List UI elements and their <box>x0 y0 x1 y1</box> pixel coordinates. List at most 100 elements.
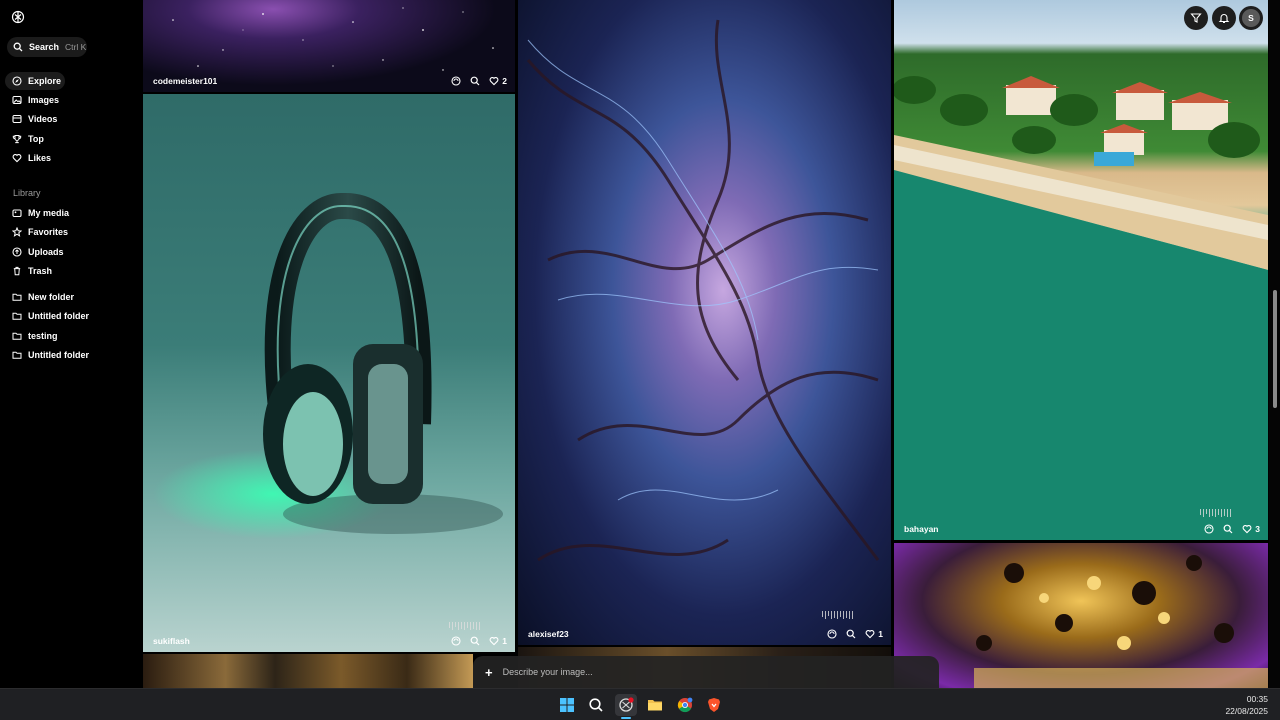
app-window: Search Ctrl K Explore Images Videos Top … <box>0 0 1280 720</box>
chatgpt-app-icon[interactable] <box>615 694 637 716</box>
tile-image <box>974 555 1268 688</box>
tile-meta: alexisef23 1 <box>518 623 891 645</box>
video-icon <box>12 114 22 124</box>
prompt-bar[interactable]: + Describe your image... <box>473 656 939 688</box>
library-my-media[interactable]: My media <box>5 204 137 222</box>
trash-icon <box>13 266 21 276</box>
like-count: 3 <box>1255 524 1260 534</box>
library-heading: Library <box>13 188 41 198</box>
progress-dots <box>1200 509 1231 517</box>
library-uploads-label: Uploads <box>28 247 64 257</box>
scrollbar-thumb[interactable] <box>1273 290 1277 408</box>
taskbar: 00:35 22/08/2025 <box>0 688 1280 720</box>
tile-meta: codemeister101 2 <box>143 70 515 92</box>
like-button[interactable]: 2 <box>489 76 507 86</box>
bell-icon <box>1218 14 1230 24</box>
tile-author[interactable]: alexisef23 <box>528 629 569 639</box>
library-uploads[interactable]: Uploads <box>5 243 137 261</box>
folder-label: Untitled folder <box>28 350 89 360</box>
add-attachment-button[interactable]: + <box>485 665 493 680</box>
library-favorites-label: Favorites <box>28 227 69 237</box>
upload-icon <box>12 247 22 257</box>
remix-icon[interactable] <box>451 76 461 86</box>
heart-icon <box>12 154 22 163</box>
folder-icon <box>12 293 22 301</box>
media-icon <box>12 209 22 218</box>
tile-author[interactable]: bahayan <box>904 524 939 534</box>
system-clock[interactable]: 00:35 22/08/2025 <box>1225 693 1268 717</box>
nav-videos-label: Videos <box>28 114 58 124</box>
nav-images[interactable]: Images <box>5 91 137 109</box>
tile-image <box>526 19 880 562</box>
library-trash[interactable]: Trash <box>5 262 137 280</box>
like-button[interactable]: 3 <box>1242 524 1260 534</box>
search-icon[interactable] <box>1223 524 1233 534</box>
prompt-input[interactable]: Describe your image... <box>503 667 593 677</box>
brave-browser-icon[interactable] <box>703 694 725 716</box>
nav-explore[interactable]: Explore <box>5 72 65 90</box>
like-count: 2 <box>502 76 507 86</box>
gallery-tile[interactable]: codemeister101 2 <box>143 0 515 92</box>
search-label: Search <box>29 42 60 52</box>
clock-date: 22/08/2025 <box>1225 706 1268 716</box>
file-explorer-icon[interactable] <box>644 694 666 716</box>
search-button[interactable]: Search Ctrl K <box>7 37 87 57</box>
chrome-icon[interactable] <box>674 694 696 716</box>
gallery-tile[interactable] <box>894 543 1268 688</box>
notifications-button[interactable] <box>1212 6 1236 30</box>
avatar: S <box>1242 9 1260 27</box>
image-icon <box>12 95 22 105</box>
nav-images-label: Images <box>28 95 60 105</box>
scrollbar[interactable] <box>1269 0 1280 688</box>
remix-icon[interactable] <box>451 636 461 646</box>
gallery-tile[interactable]: alexisef23 1 <box>518 0 891 645</box>
like-button[interactable]: 1 <box>489 636 507 646</box>
tile-image <box>894 76 1268 540</box>
trophy-icon <box>12 135 22 144</box>
remix-icon[interactable] <box>1204 524 1214 534</box>
filter-icon <box>1190 13 1202 23</box>
filter-button[interactable] <box>1184 6 1208 30</box>
heart-icon <box>489 77 499 86</box>
folder-new-folder[interactable]: New folder <box>5 288 137 306</box>
gallery-tile[interactable]: bahayan 3 <box>894 0 1268 540</box>
like-button[interactable]: 1 <box>865 629 883 639</box>
library-favorites[interactable]: Favorites <box>5 223 137 241</box>
heart-icon <box>489 637 499 646</box>
folder-untitled-1[interactable]: Untitled folder <box>5 307 137 325</box>
folder-label: Untitled folder <box>28 311 89 321</box>
heart-icon <box>1242 525 1252 534</box>
folder-testing[interactable]: testing <box>5 327 137 345</box>
nav-videos[interactable]: Videos <box>5 110 137 128</box>
nav-top[interactable]: Top <box>5 130 137 148</box>
search-shortcut: Ctrl K <box>65 42 87 52</box>
folder-untitled-2[interactable]: Untitled folder <box>5 346 137 364</box>
avatar-button[interactable]: S <box>1239 6 1263 30</box>
folder-icon <box>12 332 22 340</box>
like-count: 1 <box>502 636 507 646</box>
tile-image <box>153 193 503 539</box>
nav-explore-label: Explore <box>28 76 62 86</box>
tile-meta: bahayan 3 <box>894 518 1268 540</box>
remix-icon[interactable] <box>827 629 837 639</box>
search-icon[interactable] <box>470 636 480 646</box>
gallery-tile[interactable]: sukiflash 1 <box>143 94 515 652</box>
tile-author[interactable]: sukiflash <box>153 636 190 646</box>
nav-likes[interactable]: Likes <box>5 149 137 167</box>
active-app-indicator <box>621 717 631 719</box>
tile-author[interactable]: codemeister101 <box>153 76 217 86</box>
taskbar-search-icon[interactable] <box>585 694 607 716</box>
search-icon[interactable] <box>470 76 480 86</box>
search-icon[interactable] <box>846 629 856 639</box>
sidebar: Search Ctrl K Explore Images Videos Top … <box>0 0 142 688</box>
star-icon <box>12 227 22 237</box>
logo-icon[interactable] <box>11 10 25 24</box>
clock-time: 00:35 <box>1246 694 1268 704</box>
folder-label: testing <box>28 331 58 341</box>
folder-icon <box>12 312 22 320</box>
folder-label: New folder <box>28 292 75 302</box>
nav-likes-label: Likes <box>28 153 52 163</box>
windows-start-icon[interactable] <box>556 694 578 716</box>
like-count: 1 <box>878 629 883 639</box>
gallery-tile[interactable] <box>143 654 473 688</box>
